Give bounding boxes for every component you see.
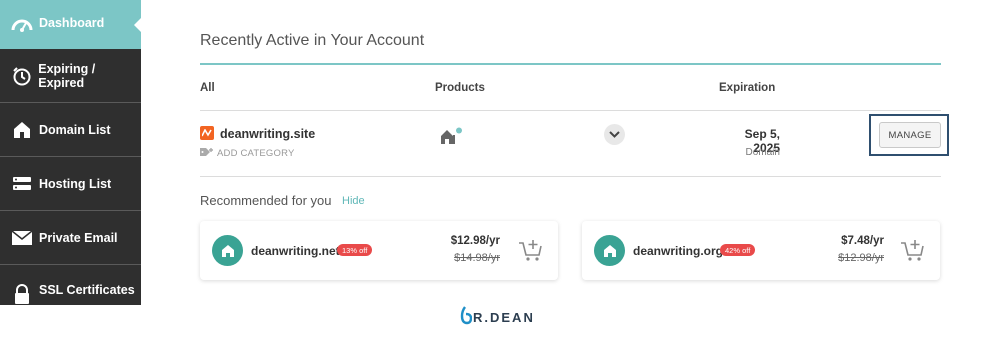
add-to-cart-icon[interactable] [518,237,544,263]
discount-badge: 42% off [720,244,756,256]
server-icon [11,173,33,195]
sidebar-item-private-email[interactable]: Private Email [0,212,141,265]
sidebar-item-dashboard[interactable]: Dashboard [0,0,142,49]
old-price: $14.98/yr [454,252,500,264]
table-divider [200,176,941,177]
house-icon [11,119,33,141]
old-price: $12.98/yr [838,252,884,264]
recommended-domain-name: deanwriting.org [633,244,723,258]
column-header-expiration[interactable]: Expiration [719,82,775,94]
sidebar-item-label: Dashboard [39,15,105,30]
discount-badge: 13% off [337,244,373,256]
watermark-logo: R.DEAN [460,305,535,330]
add-category-button[interactable]: ADD CATEGORY [200,147,295,160]
sidebar-item-domain-list[interactable]: Domain List [0,104,141,157]
column-header-products[interactable]: Products [435,82,485,94]
hide-recommendations-link[interactable]: Hide [342,195,365,207]
table-divider [200,110,941,111]
sidebar-item-label: SSL Certificates [39,283,135,297]
price: $7.48/yr [841,235,884,247]
price: $12.98/yr [450,235,500,247]
page-title: Recently Active in Your Account [200,32,425,49]
add-to-cart-icon[interactable] [900,237,926,263]
sidebar: Dashboard Expiring / Expired Domain List… [0,0,142,305]
recommended-domain-name: deanwriting.net [251,244,340,258]
envelope-icon [11,227,33,249]
lock-icon [11,283,33,305]
recommendation-card[interactable]: deanwriting.net 13% off $12.98/yr $14.98… [200,221,558,280]
manage-button-highlight: MANAGE [869,114,949,156]
add-category-label: ADD CATEGORY [217,148,295,159]
clock-icon [11,65,32,87]
namecheap-logo-icon [200,126,214,140]
recommendation-card[interactable]: deanwriting.org 42% off $7.48/yr $12.98/… [582,221,940,280]
expiration-type: Domain [745,147,780,158]
recommended-title: Recommended for you [200,193,332,208]
dr-dean-logo-icon [460,305,473,330]
domain-product-icon[interactable] [440,127,464,150]
speedometer-icon [11,14,33,36]
house-icon [594,235,625,266]
manage-button[interactable]: MANAGE [879,122,941,148]
sidebar-item-hosting-list[interactable]: Hosting List [0,158,141,211]
sidebar-item-expiring[interactable]: Expiring / Expired [0,50,141,103]
sidebar-item-label: Expiring / Expired [38,62,96,90]
sidebar-item-label: Domain List [39,123,111,137]
sidebar-item-label: Hosting List [39,177,112,191]
logo-text: R.DEAN [473,310,535,325]
house-icon [212,235,243,266]
header-divider [200,63,941,65]
expand-row-chevron-icon[interactable] [604,124,625,145]
domain-name-link[interactable]: deanwriting.site [220,127,315,141]
tag-icon [200,147,214,160]
sidebar-item-ssl-certificates[interactable]: SSL Certificates [0,266,141,305]
sidebar-item-label: Private Email [39,231,118,245]
column-header-all[interactable]: All [200,82,215,94]
